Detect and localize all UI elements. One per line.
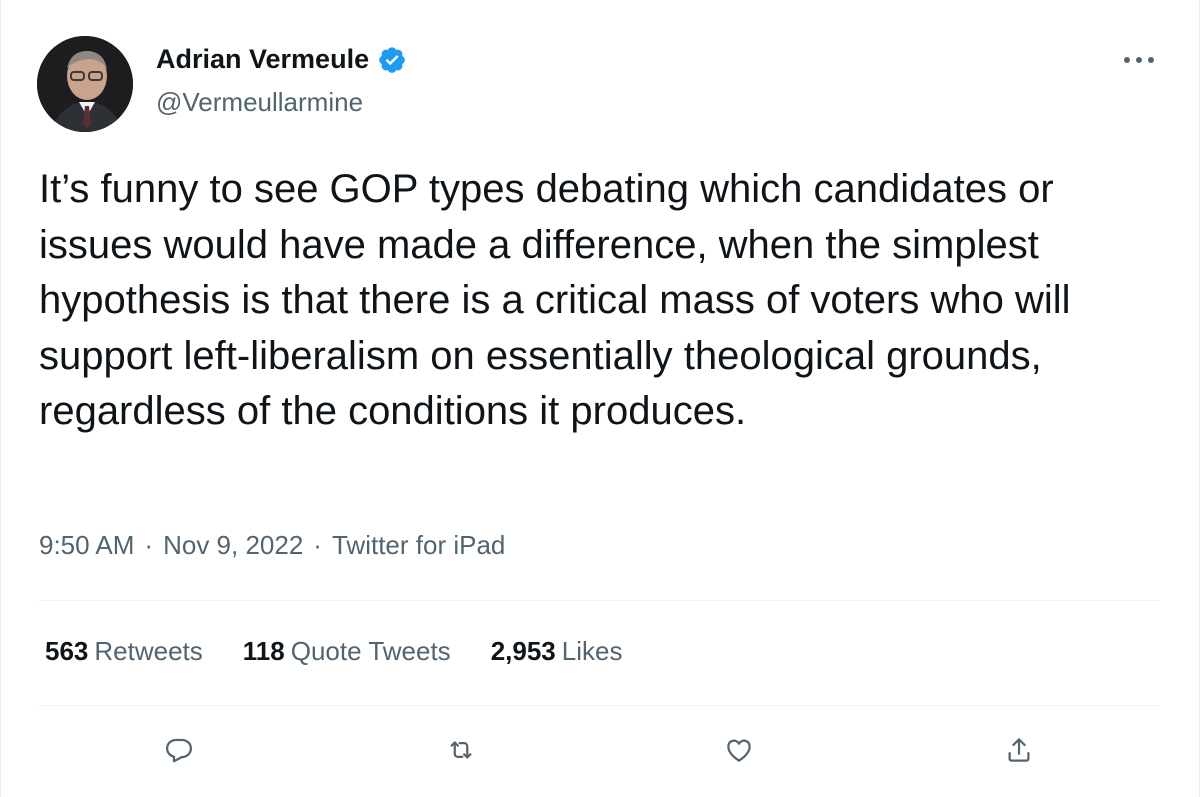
author-name-row[interactable]: Adrian Vermeule (156, 44, 407, 75)
separator: · (313, 530, 322, 560)
tweet-metadata: 9:50 AM · Nov 9, 2022 · Twitter for iPad (39, 530, 505, 561)
share-icon[interactable] (997, 728, 1041, 772)
likes-label: Likes (561, 636, 623, 666)
more-options-icon[interactable] (1119, 48, 1159, 72)
likes-stat[interactable]: 2,953 Likes (491, 636, 623, 667)
author-handle[interactable]: @Vermeullarmine (156, 87, 363, 118)
display-name[interactable]: Adrian Vermeule (156, 44, 369, 75)
engagement-stats: 563 Retweets 118 Quote Tweets 2,953 Likes (45, 636, 662, 667)
retweets-stat[interactable]: 563 Retweets (45, 636, 203, 667)
quote-tweets-label: Quote Tweets (290, 636, 451, 666)
likes-count: 2,953 (490, 636, 556, 666)
reply-icon[interactable] (157, 728, 201, 772)
tweet-time[interactable]: 9:50 AM (39, 530, 134, 561)
retweets-count: 563 (45, 636, 89, 666)
avatar[interactable] (37, 36, 133, 132)
divider (39, 705, 1159, 706)
retweets-label: Retweets (94, 636, 203, 666)
quote-tweets-count: 118 (242, 636, 285, 666)
tweet-card: Adrian Vermeule @Vermeullarmine It’s fun… (0, 0, 1200, 797)
tweet-source[interactable]: Twitter for iPad (332, 530, 505, 561)
tweet-text: It’s funny to see GOP types debating whi… (39, 167, 1071, 433)
like-icon[interactable] (717, 728, 761, 772)
verified-badge-icon (377, 45, 407, 75)
separator: · (144, 530, 154, 560)
divider (39, 600, 1159, 601)
retweet-icon[interactable] (439, 728, 483, 772)
avatar-photo (37, 36, 133, 132)
tweet-date[interactable]: Nov 9, 2022 (163, 530, 303, 561)
action-bar (1, 728, 1200, 778)
quote-tweets-stat[interactable]: 118 Quote Tweets (243, 636, 451, 667)
